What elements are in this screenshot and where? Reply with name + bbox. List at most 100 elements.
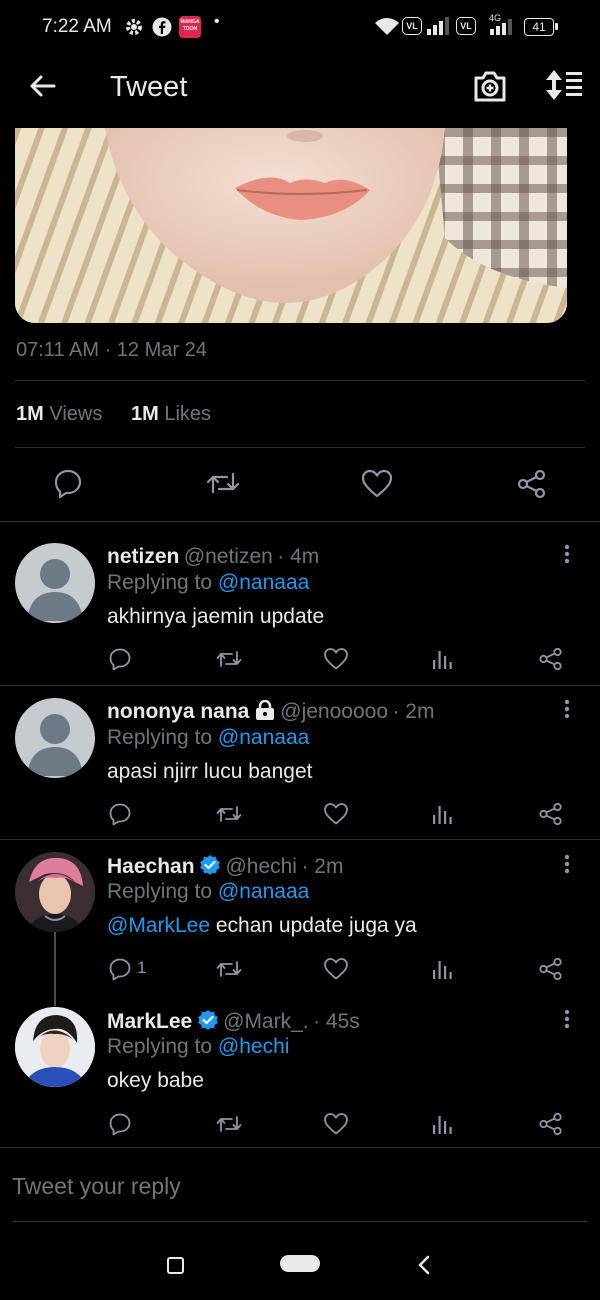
reply-icon[interactable] <box>108 1112 132 1136</box>
likes-count: 1M <box>131 403 159 425</box>
display-name[interactable]: MarkLee <box>107 1010 192 1033</box>
reply-icon[interactable] <box>108 647 132 671</box>
mention-link[interactable]: @nanaaa <box>218 571 309 594</box>
likes-stat[interactable]: 1M Likes <box>131 403 211 426</box>
profile-photo <box>15 1007 95 1087</box>
mangatoon-app-icon: MANGA TOON <box>179 16 201 38</box>
user-handle[interactable]: @netizen <box>184 545 273 568</box>
replying-to: Replying to @nanaaa <box>107 880 310 903</box>
tweet-timestamp: 07:11 AM · 12 Mar 24 <box>16 339 207 361</box>
more-options-icon[interactable] <box>564 544 570 564</box>
user-handle[interactable]: @jenooooo <box>280 700 388 723</box>
page-title: Tweet <box>110 71 188 103</box>
display-name[interactable]: nononya nana <box>107 700 249 723</box>
volte-badge: VL <box>456 17 476 35</box>
battery-indicator: 41 <box>524 18 554 36</box>
divider <box>12 1221 588 1222</box>
retweet-icon[interactable] <box>215 957 243 981</box>
share-icon[interactable] <box>538 957 564 981</box>
share-icon[interactable] <box>516 469 548 499</box>
user-handle[interactable]: @hechi <box>225 855 297 878</box>
back-nav-icon[interactable] <box>416 1255 432 1275</box>
reply-icon[interactable] <box>108 957 132 981</box>
retweet-icon[interactable] <box>215 1112 243 1136</box>
reply-icon[interactable] <box>108 802 132 826</box>
reply-text: @MarkLee echan update juga ya <box>107 914 417 937</box>
recent-apps-button[interactable] <box>167 1257 184 1274</box>
reply-compose-input[interactable] <box>0 1160 599 1212</box>
divider <box>15 380 585 381</box>
reply-icon[interactable] <box>53 468 83 498</box>
status-bar: 7:22 AM MANGA TOON • VL VL 4G 41 <box>0 0 600 55</box>
avatar[interactable] <box>15 1007 95 1087</box>
home-button[interactable] <box>280 1255 320 1272</box>
verified-badge-icon <box>197 1010 218 1030</box>
reply-time: · 2m <box>392 700 435 723</box>
profile-photo <box>15 852 95 932</box>
views-analytics-icon[interactable] <box>432 1112 454 1136</box>
like-heart-icon[interactable] <box>323 647 349 671</box>
display-name[interactable]: Haechan <box>107 855 195 878</box>
likes-label: Likes <box>164 403 212 425</box>
like-heart-icon[interactable] <box>323 1112 349 1136</box>
mention-link[interactable]: @hechi <box>218 1035 290 1058</box>
avatar[interactable] <box>15 852 95 932</box>
reply-header: MarkLee @Mark_. · 45s <box>107 1009 360 1034</box>
reply-tweet[interactable]: Haechan @hechi · 2m Replying to @nanaaa … <box>0 840 600 995</box>
views-analytics-icon[interactable] <box>432 802 454 826</box>
reply-tweet[interactable]: MarkLee @Mark_. · 45s Replying to @hechi… <box>0 995 600 1147</box>
like-heart-icon[interactable] <box>323 802 349 826</box>
system-nav-bar <box>0 1232 600 1300</box>
mention-link[interactable]: @MarkLee <box>107 914 210 937</box>
notification-dot: • <box>214 13 220 30</box>
retweet-icon[interactable] <box>205 468 241 498</box>
signal-icon <box>490 19 512 35</box>
avatar[interactable] <box>15 698 95 778</box>
mention-link[interactable]: @nanaaa <box>218 726 309 749</box>
share-icon[interactable] <box>538 647 564 671</box>
divider <box>15 447 585 448</box>
views-label: Views <box>49 403 103 425</box>
reply-count: 1 <box>137 958 147 977</box>
reply-tweet[interactable]: nononya nana @jenooooo · 2m Replying to … <box>0 686 600 839</box>
reply-time: · 4m <box>277 545 320 568</box>
reply-text: apasi njirr lucu banget <box>107 760 313 783</box>
reply-time: · 2m <box>301 855 344 878</box>
divider <box>0 1147 600 1148</box>
views-analytics-icon[interactable] <box>432 957 454 981</box>
tweet-photo[interactable] <box>15 128 567 323</box>
mention-link[interactable]: @nanaaa <box>218 880 309 903</box>
replying-to: Replying to @nanaaa <box>107 726 310 749</box>
more-options-icon[interactable] <box>564 699 570 719</box>
top-app-bar: Tweet <box>0 55 600 123</box>
verified-badge-icon <box>200 855 220 875</box>
user-handle[interactable]: @Mark_. <box>223 1010 309 1033</box>
share-icon[interactable] <box>538 1112 564 1136</box>
lock-icon <box>255 700 274 720</box>
retweet-icon[interactable] <box>215 802 243 826</box>
reply-header: Haechan @hechi · 2m <box>107 854 343 879</box>
like-heart-icon[interactable] <box>323 957 349 981</box>
avatar[interactable] <box>15 543 95 623</box>
back-arrow-icon[interactable] <box>28 72 56 100</box>
volte-badge: VL <box>402 17 422 35</box>
display-name[interactable]: netizen <box>107 545 179 568</box>
replying-to: Replying to @hechi <box>107 1035 290 1058</box>
tweet-photo-image <box>15 128 567 323</box>
sort-icon[interactable] <box>544 68 584 102</box>
views-analytics-icon[interactable] <box>432 647 454 671</box>
camera-add-icon[interactable] <box>472 69 508 103</box>
retweet-icon[interactable] <box>215 647 243 671</box>
reply-tweet[interactable]: netizen @netizen · 4m Replying to @nanaa… <box>0 522 600 685</box>
more-options-icon[interactable] <box>564 854 570 874</box>
like-heart-icon[interactable] <box>361 469 393 499</box>
reply-text: akhirnya jaemin update <box>107 605 325 628</box>
reply-text: okey babe <box>107 1069 204 1092</box>
signal-icon <box>427 17 449 35</box>
share-icon[interactable] <box>538 802 564 826</box>
views-stat[interactable]: 1M Views <box>16 403 102 426</box>
reply-time: · 45s <box>313 1010 360 1033</box>
more-options-icon[interactable] <box>564 1009 570 1029</box>
replying-to: Replying to @nanaaa <box>107 571 310 594</box>
battery-tip <box>555 23 558 30</box>
